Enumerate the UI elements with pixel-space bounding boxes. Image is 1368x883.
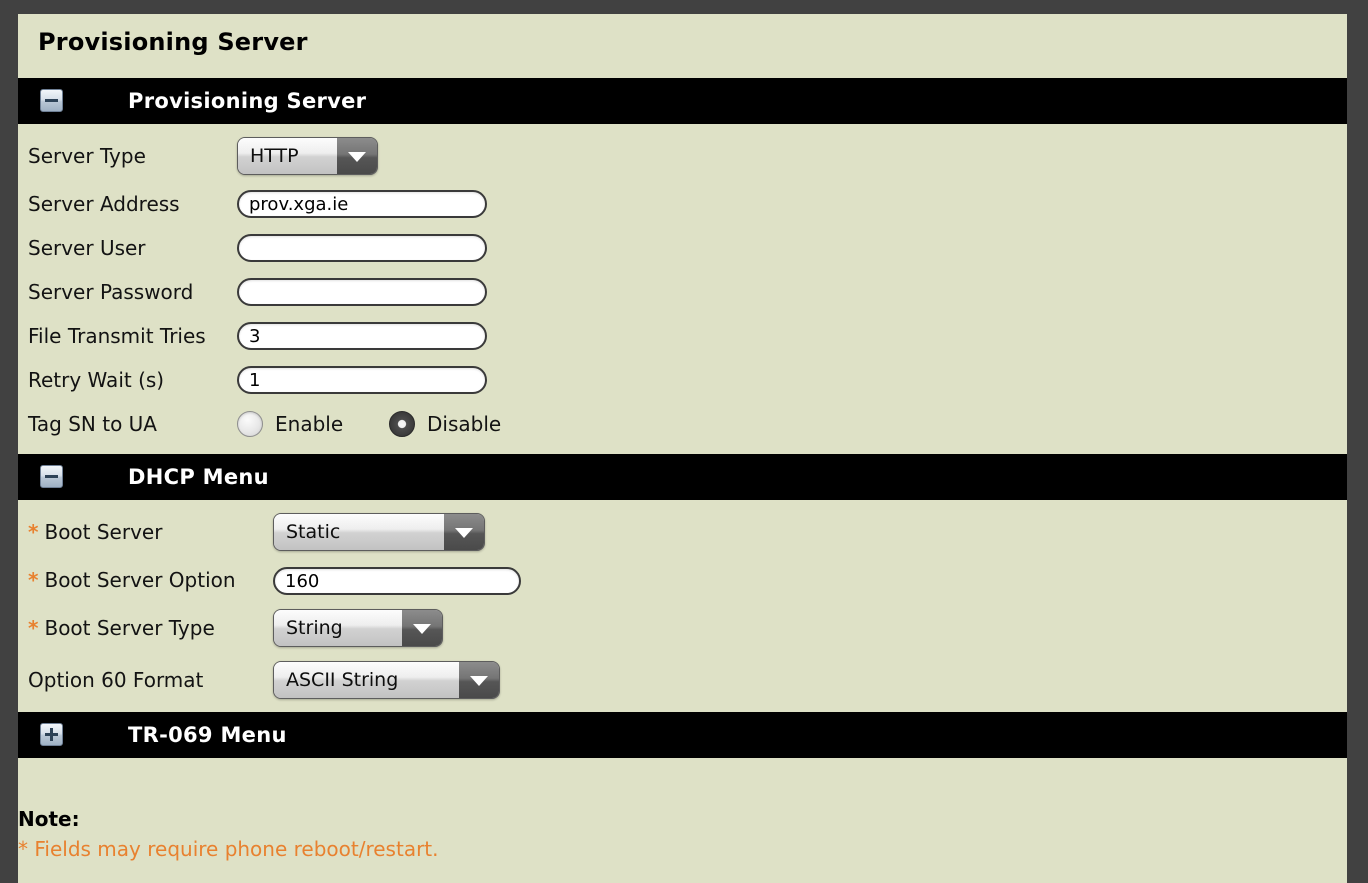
- row-option-60-format: Option 60 Format ASCII String: [18, 658, 1347, 702]
- server-type-dropdown[interactable]: HTTP: [237, 137, 378, 175]
- row-boot-server-option: * Boot Server Option: [18, 558, 1347, 602]
- label-boot-server-text: Boot Server: [44, 520, 163, 544]
- tag-sn-to-ua-enable-option[interactable]: Enable: [237, 402, 343, 446]
- row-boot-server: * Boot Server Static: [18, 510, 1347, 554]
- radio-selected-icon[interactable]: [389, 411, 415, 437]
- required-marker: *: [28, 616, 39, 640]
- section-header-tr069-menu[interactable]: TR-069 Menu: [18, 712, 1347, 758]
- server-type-value: HTTP: [238, 138, 337, 174]
- chevron-down-icon[interactable]: [402, 610, 442, 646]
- chevron-down-icon[interactable]: [459, 662, 499, 698]
- label-server-address: Server Address: [28, 192, 180, 216]
- window-frame: Provisioning Server Provisioning Server …: [0, 0, 1368, 883]
- label-option-60-format: Option 60 Format: [28, 668, 204, 692]
- page-surface: Provisioning Server Provisioning Server …: [18, 14, 1347, 883]
- row-tag-sn-to-ua: Tag SN to UA Enable Disable: [18, 402, 1347, 446]
- note-heading: Note:: [18, 807, 80, 831]
- label-boot-server-option: * Boot Server Option: [28, 558, 236, 602]
- label-boot-server: * Boot Server: [28, 510, 162, 554]
- retry-wait-input[interactable]: [237, 366, 487, 394]
- row-retry-wait: Retry Wait (s): [18, 358, 1347, 402]
- boot-server-option-input[interactable]: [273, 567, 521, 595]
- option-60-format-value: ASCII String: [274, 662, 459, 698]
- row-boot-server-type: * Boot Server Type String: [18, 606, 1347, 650]
- section-title-dhcp-menu: DHCP Menu: [128, 465, 269, 489]
- label-server-password: Server Password: [28, 280, 194, 304]
- plus-square-icon[interactable]: [40, 723, 63, 746]
- boot-server-type-value: String: [274, 610, 402, 646]
- required-marker: *: [28, 568, 39, 592]
- label-boot-server-option-text: Boot Server Option: [44, 568, 236, 592]
- row-server-type: Server Type HTTP: [18, 134, 1347, 178]
- tag-sn-to-ua-disable-label: Disable: [427, 412, 502, 436]
- required-marker: *: [28, 520, 39, 544]
- radio-unselected-icon[interactable]: [237, 411, 263, 437]
- section-title-tr069-menu: TR-069 Menu: [128, 723, 287, 747]
- server-user-input[interactable]: [237, 234, 487, 262]
- label-server-type: Server Type: [28, 144, 146, 168]
- label-tag-sn-to-ua: Tag SN to UA: [28, 412, 157, 436]
- boot-server-value: Static: [274, 514, 444, 550]
- label-boot-server-type: * Boot Server Type: [28, 606, 215, 650]
- label-retry-wait: Retry Wait (s): [28, 368, 165, 392]
- section-header-dhcp-menu[interactable]: DHCP Menu: [18, 454, 1347, 500]
- row-server-user: Server User: [18, 226, 1347, 270]
- minus-square-icon[interactable]: [40, 89, 63, 112]
- label-boot-server-type-text: Boot Server Type: [44, 616, 215, 640]
- label-file-transmit-tries: File Transmit Tries: [28, 324, 206, 348]
- server-password-input[interactable]: [237, 278, 487, 306]
- tag-sn-to-ua-disable-option[interactable]: Disable: [389, 402, 501, 446]
- boot-server-type-dropdown[interactable]: String: [273, 609, 443, 647]
- section-title-provisioning-server: Provisioning Server: [128, 89, 367, 113]
- row-server-address: Server Address: [18, 182, 1347, 226]
- chevron-down-icon[interactable]: [337, 138, 377, 174]
- row-file-transmit-tries: File Transmit Tries: [18, 314, 1347, 358]
- page-title: Provisioning Server: [38, 28, 308, 56]
- boot-server-dropdown[interactable]: Static: [273, 513, 485, 551]
- chevron-down-icon[interactable]: [444, 514, 484, 550]
- option-60-format-dropdown[interactable]: ASCII String: [273, 661, 500, 699]
- section-header-provisioning-server[interactable]: Provisioning Server: [18, 78, 1347, 124]
- minus-square-icon[interactable]: [40, 465, 63, 488]
- server-address-input[interactable]: [237, 190, 487, 218]
- note-text: * Fields may require phone reboot/restar…: [18, 837, 439, 861]
- file-transmit-tries-input[interactable]: [237, 322, 487, 350]
- tag-sn-to-ua-enable-label: Enable: [275, 412, 344, 436]
- row-server-password: Server Password: [18, 270, 1347, 314]
- label-server-user: Server User: [28, 236, 146, 260]
